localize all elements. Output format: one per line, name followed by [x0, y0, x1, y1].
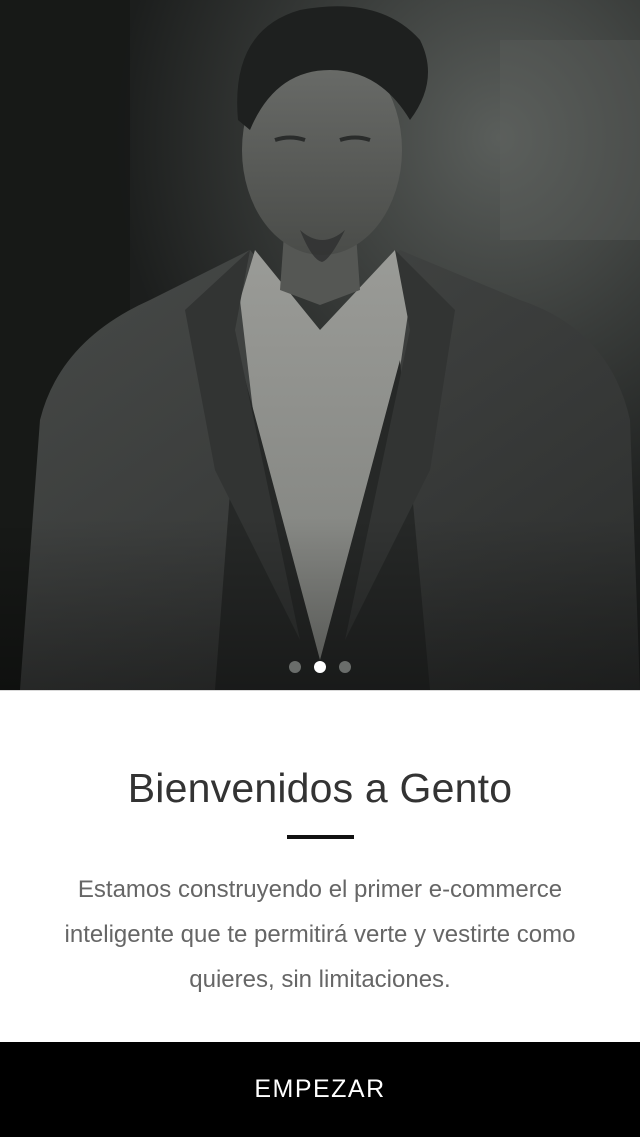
carousel-indicator[interactable] [0, 661, 640, 673]
hero-photo [0, 0, 640, 690]
carousel-dot[interactable] [289, 661, 301, 673]
divider [0, 690, 640, 691]
start-button[interactable]: EMPEZAR [0, 1042, 640, 1137]
carousel-dot-active[interactable] [314, 661, 326, 673]
carousel-dot[interactable] [339, 661, 351, 673]
onboarding-screen: Bienvenidos a Gento Estamos construyendo… [0, 0, 640, 1137]
welcome-description: Estamos construyendo el primer e-commerc… [64, 876, 576, 993]
hero-image[interactable] [0, 0, 640, 690]
title-underline [287, 835, 354, 839]
welcome-title: Bienvenidos a Gento [127, 765, 513, 811]
